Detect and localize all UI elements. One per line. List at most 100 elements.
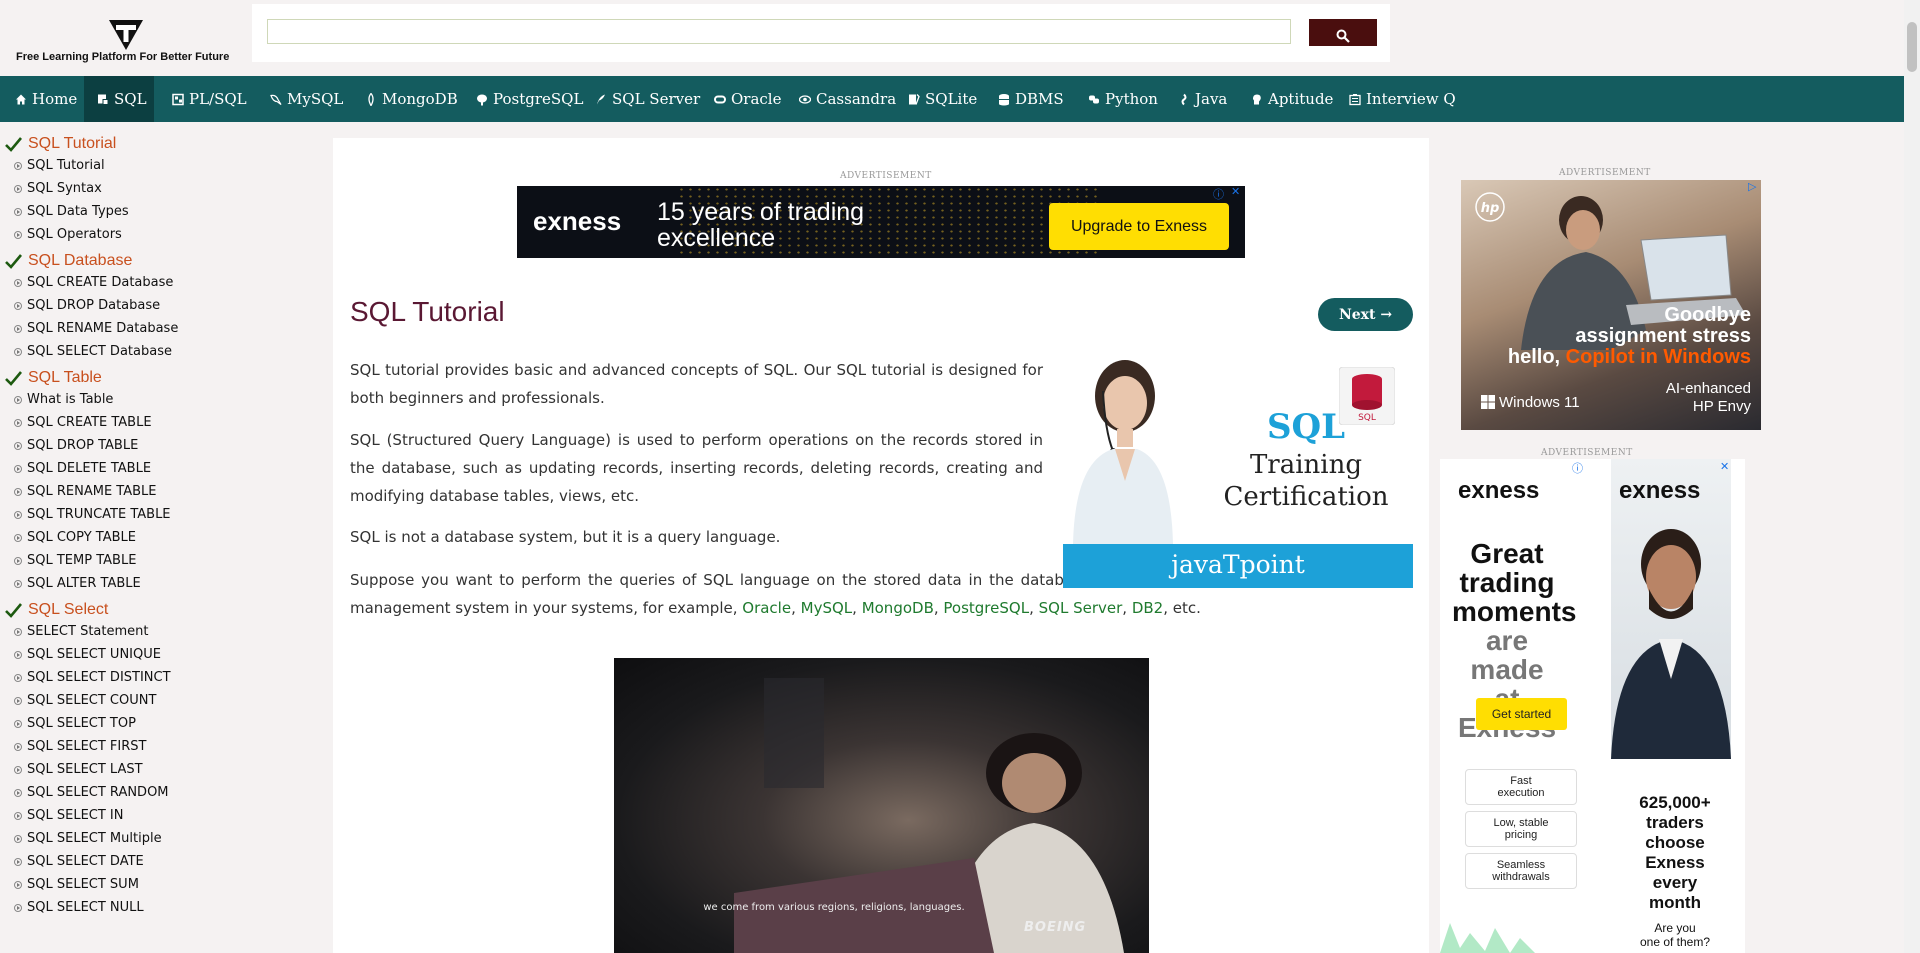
page-scrollbar[interactable] — [1904, 0, 1920, 953]
adchoices-icon-right2[interactable]: ⓘ — [1572, 460, 1583, 476]
sidebar-item[interactable]: SQL SELECT UNIQUE — [14, 647, 161, 662]
hp-logo-icon: hp — [1475, 192, 1505, 222]
sidebar-item[interactable]: SQL ALTER TABLE — [14, 576, 141, 591]
video-player[interactable]: we come from various regions, religions,… — [614, 658, 1149, 953]
nav-oracle[interactable]: Oracle — [714, 76, 782, 122]
exness-get-started-button[interactable]: Get started — [1476, 698, 1567, 730]
sidebar-item[interactable]: SQL SELECT DATE — [14, 854, 144, 869]
nav-mysql[interactable]: MySQL — [270, 76, 343, 122]
sidebar-section-sql-database[interactable]: SQL Database — [5, 252, 132, 270]
sidebar-item[interactable]: SQL Operators — [14, 227, 122, 242]
db-link-oracle[interactable]: Oracle — [742, 599, 791, 617]
ad-banner-top[interactable]: exness 15 years of trading excellence Up… — [517, 186, 1245, 258]
sidebar-item[interactable]: SQL RENAME TABLE — [14, 484, 157, 499]
nav-cassandra-label: Cassandra — [816, 90, 897, 108]
db-link-postgresql[interactable]: PostgreSQL — [943, 599, 1029, 617]
arrow-bullet-icon — [14, 347, 22, 356]
nav-interview[interactable]: Interview Q — [1349, 76, 1456, 122]
sidebar-item[interactable]: SQL SELECT SUM — [14, 877, 139, 892]
ad-banner-line2: excellence — [657, 224, 776, 252]
search-input[interactable] — [267, 19, 1291, 44]
site-logo[interactable]: Free Learning Platform For Better Future — [12, 18, 244, 70]
sidebar-item[interactable]: SELECT Statement — [14, 624, 148, 639]
java-icon — [1181, 93, 1187, 105]
sqlite-icon — [909, 93, 920, 105]
nav-aptitude[interactable]: Aptitude — [1251, 76, 1333, 122]
sidebar-section-sql-select[interactable]: SQL Select — [5, 601, 108, 619]
ad-banner-text: 15 years of trading excellence — [657, 199, 864, 251]
search-button[interactable] — [1309, 19, 1377, 46]
mongodb-icon — [368, 92, 374, 106]
adchoices-icon-right1[interactable]: ▷ — [1748, 180, 1756, 193]
sidebar-item[interactable]: SQL SELECT COUNT — [14, 693, 156, 708]
sidebar-item-label: SQL RENAME Database — [27, 321, 179, 336]
sidebar-section-title: SQL Table — [28, 369, 102, 386]
sidebar-item-label: SQL SELECT UNIQUE — [27, 647, 161, 662]
sql-training-promo[interactable]: SQL SQL Training Certification javaTpoin… — [1063, 351, 1413, 588]
sidebar-item[interactable]: SQL Syntax — [14, 181, 102, 196]
sidebar-item[interactable]: SQL CREATE Database — [14, 275, 173, 290]
db-link-db2[interactable]: DB2 — [1132, 599, 1163, 617]
nav-sql[interactable]: SQL — [84, 76, 154, 122]
nav-plsql[interactable]: PL/SQL — [172, 76, 247, 122]
next-button[interactable]: Next → — [1318, 298, 1413, 331]
exness-pill1a: Fast — [1510, 775, 1532, 787]
sidebar-item[interactable]: SQL SELECT Database — [14, 344, 172, 359]
arrow-bullet-icon — [14, 579, 22, 588]
db-link-mysql[interactable]: MySQL — [801, 599, 853, 617]
nav-python-label: Python — [1105, 90, 1158, 108]
nav-postgresql[interactable]: PostgreSQL — [476, 76, 583, 122]
arrow-bullet-icon — [14, 161, 22, 170]
nav-mongodb[interactable]: MongoDB — [365, 76, 458, 122]
ad-banner-line1: 15 years of trading — [657, 198, 865, 226]
sidebar-item[interactable]: SQL Tutorial — [14, 158, 105, 173]
sidebar-item[interactable]: SQL SELECT Multiple — [14, 831, 162, 846]
nav-home[interactable]: Home — [0, 76, 80, 122]
exness-pill1b: execution — [1497, 787, 1545, 799]
nav-dbms[interactable]: DBMS — [998, 76, 1064, 122]
sidebar-item[interactable]: SQL COPY TABLE — [14, 530, 136, 545]
sidebar-item-label: SQL RENAME TABLE — [27, 484, 157, 499]
sidebar-item[interactable]: SQL DROP Database — [14, 298, 160, 313]
sidebar-item[interactable]: SQL SELECT FIRST — [14, 739, 146, 754]
sidebar-item[interactable]: SQL Data Types — [14, 204, 129, 219]
sidebar-item[interactable]: SQL SELECT RANDOM — [14, 785, 169, 800]
nav-python[interactable]: Python — [1088, 76, 1158, 122]
ad-right-exness[interactable]: exness Great trading moments are made at… — [1440, 459, 1745, 953]
exness-pill2b: pricing — [1504, 829, 1538, 841]
sidebar-item-label: SQL SELECT IN — [27, 808, 124, 823]
db-link-mongodb[interactable]: MongoDB — [862, 599, 934, 617]
sql-icon — [98, 94, 109, 105]
sidebar-item[interactable]: What is Table — [14, 392, 113, 407]
nav-cassandra[interactable]: Cassandra — [799, 76, 896, 122]
nav-sqlserver[interactable]: SQL Server — [595, 76, 700, 122]
ad-close-icon[interactable]: ✕ — [1231, 185, 1240, 198]
sidebar-item-label: SQL SELECT DATE — [27, 854, 144, 869]
ad-close-icon-right2[interactable]: ✕ — [1720, 460, 1729, 473]
nav-java[interactable]: Java — [1178, 76, 1227, 122]
db-link-sqlserver[interactable]: SQL Server — [1039, 599, 1123, 617]
sidebar-item[interactable]: SQL SELECT DISTINCT — [14, 670, 171, 685]
ad-right-hp[interactable]: hp Goodbye assignment stress hello, Copi… — [1461, 180, 1761, 430]
sidebar-item[interactable]: SQL CREATE TABLE — [14, 415, 152, 430]
adchoices-icon[interactable]: ⓘ — [1213, 186, 1224, 202]
sidebar-item-label: SQL DROP Database — [27, 298, 161, 313]
ad-label-right1: ADVERTISEMENT — [1559, 168, 1651, 178]
sidebar-item[interactable]: SQL SELECT TOP — [14, 716, 136, 731]
sidebar-item[interactable]: SQL RENAME Database — [14, 321, 178, 336]
nav-sqlite[interactable]: SQLite — [908, 76, 977, 122]
sidebar-item[interactable]: SQL SELECT NULL — [14, 900, 144, 915]
scrollbar-thumb[interactable] — [1907, 22, 1917, 72]
sidebar-item[interactable]: SQL DROP TABLE — [14, 438, 138, 453]
sidebar-item[interactable]: SQL SELECT IN — [14, 808, 124, 823]
sidebar-section-sql-tutorial[interactable]: SQL Tutorial — [5, 135, 116, 153]
sidebar-item[interactable]: SQL TEMP TABLE — [14, 553, 136, 568]
sidebar-item[interactable]: SQL SELECT LAST — [14, 762, 143, 777]
sidebar-item[interactable]: SQL TRUNCATE TABLE — [14, 507, 171, 522]
sidebar-section-sql-table[interactable]: SQL Table — [5, 369, 102, 387]
exness-pill3b: withdrawals — [1492, 871, 1550, 883]
sidebar-item[interactable]: SQL DELETE TABLE — [14, 461, 151, 476]
exness-big3: moments — [1452, 596, 1577, 627]
ad-banner-cta[interactable]: Upgrade to Exness — [1049, 203, 1229, 250]
home-icon — [16, 94, 26, 104]
